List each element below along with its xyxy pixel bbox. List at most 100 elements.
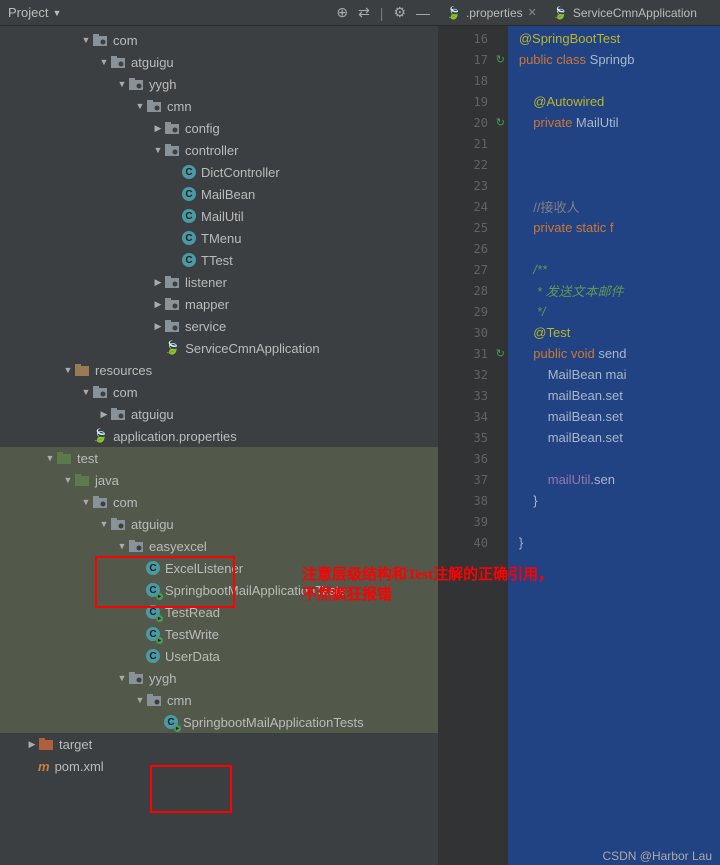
tree-label: com	[113, 495, 138, 510]
expand-arrow[interactable]: ▶	[26, 739, 38, 750]
tree-item[interactable]: ▼cmn	[0, 689, 438, 711]
gutter-run-icon[interactable]: ↻	[496, 116, 505, 129]
code-line[interactable]: mailBean.set	[508, 427, 720, 448]
close-icon[interactable]: ✕	[528, 6, 537, 19]
tree-item[interactable]: ▶listener	[0, 271, 438, 293]
tree-item[interactable]: CTMenu	[0, 227, 438, 249]
code-line[interactable]: * 发送文本邮件	[508, 280, 720, 301]
expand-arrow[interactable]: ▼	[116, 541, 128, 551]
expand-arrow[interactable]: ▶	[152, 299, 164, 310]
code-line[interactable]: public void send	[508, 343, 720, 364]
code-line[interactable]: @Autowired	[508, 91, 720, 112]
tree-item[interactable]: CTTest	[0, 249, 438, 271]
expand-arrow[interactable]: ▼	[80, 387, 92, 397]
expand-arrow[interactable]: ▼	[134, 695, 146, 705]
tree-item[interactable]: ▼java	[0, 469, 438, 491]
tree-item[interactable]: C▸TestWrite	[0, 623, 438, 645]
tab-properties[interactable]: 🍃 .properties ✕	[438, 0, 545, 25]
tree-item[interactable]: 🍃application.properties	[0, 425, 438, 447]
code-line[interactable]: @SpringBootTest	[508, 28, 720, 49]
tree-item[interactable]: CUserData	[0, 645, 438, 667]
tree-item[interactable]: ▼ controller	[0, 139, 438, 161]
expand-arrow[interactable]: ▼	[152, 145, 164, 155]
code-line[interactable]: mailUtil.sen	[508, 469, 720, 490]
minimize-icon[interactable]: —	[416, 5, 430, 21]
tree-item[interactable]: ▼yygh	[0, 667, 438, 689]
expand-arrow[interactable]: ▼	[80, 497, 92, 507]
line-number: 34	[438, 406, 508, 427]
code-line[interactable]: //接收人	[508, 196, 720, 217]
code-line[interactable]: mailBean.set	[508, 385, 720, 406]
expand-arrow[interactable]: ▼	[62, 365, 74, 375]
tree-item[interactable]: ▼easyexcel	[0, 535, 438, 557]
expand-arrow[interactable]: ▼	[80, 35, 92, 45]
tab-servicecmn[interactable]: 🍃 ServiceCmnApplication	[545, 0, 705, 25]
tree-item[interactable]: ▼yygh	[0, 73, 438, 95]
code-line[interactable]: private MailUtil	[508, 112, 720, 133]
code-line[interactable]	[508, 70, 720, 91]
tree-item[interactable]: 🍃ServiceCmnApplication	[0, 337, 438, 359]
gutter-run-icon[interactable]: ↻	[496, 53, 505, 66]
code-line[interactable]: mailBean.set	[508, 406, 720, 427]
expand-arrow[interactable]: ▼	[98, 57, 110, 67]
gear-icon[interactable]: ⚙	[393, 4, 406, 21]
tree-item[interactable]: ▼atguigu	[0, 51, 438, 73]
expand-arrow[interactable]: ▼	[44, 453, 56, 463]
code-line[interactable]: private static f	[508, 217, 720, 238]
tree-item[interactable]: ▶target	[0, 733, 438, 755]
tree-item[interactable]: ▼atguigu	[0, 513, 438, 535]
code-line[interactable]	[508, 511, 720, 532]
tree-item[interactable]: ▼ com	[0, 491, 438, 513]
tree-item[interactable]: ▼cmn	[0, 95, 438, 117]
tree-item[interactable]: ▶config	[0, 117, 438, 139]
expand-arrow[interactable]: ▼	[62, 475, 74, 485]
expand-arrow[interactable]: ▼	[116, 79, 128, 89]
tree-item[interactable]: ▼resources	[0, 359, 438, 381]
spring-icon: 🍃	[553, 6, 568, 20]
code-line[interactable]: public class Springb	[508, 49, 720, 70]
select-opened-icon[interactable]: ⊕	[336, 4, 348, 21]
expand-arrow[interactable]: ▶	[98, 409, 110, 420]
code-line[interactable]	[508, 154, 720, 175]
tree-item[interactable]: mpom.xml	[0, 755, 438, 777]
tree-item[interactable]: ▶atguigu	[0, 403, 438, 425]
tree-item[interactable]: ▶mapper	[0, 293, 438, 315]
tree-label: pom.xml	[55, 759, 104, 774]
tree-label: service	[185, 319, 226, 334]
tree-item[interactable]: ▶ service	[0, 315, 438, 337]
folder-icon	[164, 296, 180, 312]
expand-arrow[interactable]: ▼	[98, 519, 110, 529]
code-line[interactable]	[508, 448, 720, 469]
tree-item[interactable]: ▼test	[0, 447, 438, 469]
code-line[interactable]: }	[508, 532, 720, 553]
tree-label: controller	[185, 143, 238, 158]
expand-arrow[interactable]: ▶	[152, 277, 164, 288]
expand-arrow[interactable]: ▼	[134, 101, 146, 111]
project-tree[interactable]: ▼com▼atguigu▼yygh▼cmn▶config▼controllerC…	[0, 26, 438, 865]
code-line[interactable]	[508, 133, 720, 154]
tree-item[interactable]: C▸SpringbootMailApplicationTests	[0, 711, 438, 733]
tree-item[interactable]: CMailBean	[0, 183, 438, 205]
code-line[interactable]: }	[508, 490, 720, 511]
tree-item[interactable]: CDictController	[0, 161, 438, 183]
code-line[interactable]: @Test	[508, 322, 720, 343]
tree-item[interactable]: ▼com	[0, 29, 438, 51]
code-area[interactable]: @SpringBootTest public class Springb @Au…	[508, 26, 720, 865]
tree-item[interactable]: CMailUtil	[0, 205, 438, 227]
tree-item[interactable]: C▸SpringbootMailApplicationTests	[0, 579, 438, 601]
expand-arrow[interactable]: ▶	[152, 123, 164, 134]
tree-item[interactable]: C▸TestRead	[0, 601, 438, 623]
gutter-run-icon[interactable]: ↻	[496, 347, 505, 360]
code-line[interactable]: /**	[508, 259, 720, 280]
expand-arrow[interactable]: ▶	[152, 321, 164, 332]
project-title[interactable]: Project ▼	[8, 5, 61, 20]
expand-icon[interactable]: ⇄	[358, 4, 370, 21]
code-line[interactable]: MailBean mai	[508, 364, 720, 385]
tree-item[interactable]: CExcelListener	[0, 557, 438, 579]
tree-item[interactable]: ▼com	[0, 381, 438, 403]
code-line[interactable]	[508, 175, 720, 196]
code-line[interactable]	[508, 238, 720, 259]
code-line[interactable]: */	[508, 301, 720, 322]
code-editor[interactable]: 1617↻181920↻2122232425262728293031↻32333…	[438, 26, 720, 865]
expand-arrow[interactable]: ▼	[116, 673, 128, 683]
